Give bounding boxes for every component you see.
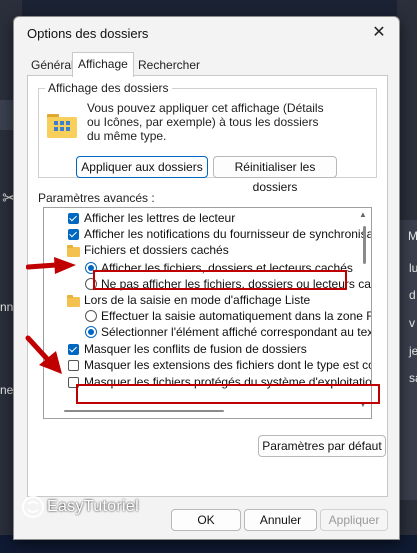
list-item-label: Afficher les notifications du fournisseu… [84,227,372,241]
highlight-box-protected-files [76,384,380,404]
reset-folders-button[interactable]: Réinitialiser les dossiers [213,156,337,194]
desktop-text-right-4: v [409,316,415,330]
tab-panel-affichage: Affichage des dossiers Vous pouvez appli… [27,75,388,497]
desktop-text-right-6: sa [409,371,417,385]
tab-rechercher[interactable]: Rechercher [134,55,204,75]
radio-unselected[interactable] [85,310,97,322]
folder-icon [67,295,80,307]
tab-general[interactable]: Général [27,55,78,75]
red-arrow-icon [25,335,62,374]
easytutoriel-logo: EasyTutoriel [22,491,139,521]
checkbox-unchecked[interactable] [68,360,79,371]
scroll-up-icon[interactable]: ▲ [359,210,367,219]
dialog-title: Options des dossiers [27,26,149,41]
horizontal-scrollbar-thumb[interactable] [64,410,224,412]
radio-selected[interactable] [85,326,97,338]
desktop-text-right-3: d [409,288,416,302]
vertical-scrollbar-thumb[interactable] [363,226,366,264]
list-item-label: Masquer les conflits de fusion de dossie… [84,342,307,356]
desktop-text-right-2: lu [409,261,417,275]
highlight-box-show-hidden [93,270,347,290]
restore-defaults-button[interactable]: Paramètres par défaut [258,435,386,457]
ok-button[interactable]: OK [171,509,241,531]
folder-options-dialog: Options des dossiers ✕ Général Affichage… [13,16,400,540]
red-arrow-icon [26,257,76,274]
brand-logo-icon [22,496,44,518]
advanced-settings-label: Paramètres avancés : [38,191,155,205]
list-item-label: Fichiers et dossiers cachés [84,243,229,257]
desktop-text-right-5: je [409,344,417,358]
folder-grid-icon [47,114,77,138]
folder-views-description: Vous pouvez appliquer cet affichage (Dét… [87,101,324,143]
apply-button[interactable]: Appliquer [320,509,388,531]
desktop-text-right-1: M [408,229,417,243]
checkbox-checked[interactable] [68,229,79,240]
list-item-label: Effectuer la saisie automatiquement dans… [101,309,372,323]
list-item-label: Afficher les lettres de lecteur [84,211,236,225]
list-item-label: Sélectionner l'élément affiché correspon… [101,325,372,339]
title-bar[interactable]: Options des dossiers ✕ [14,17,399,51]
apply-to-folders-button[interactable]: Appliquer aux dossiers [76,156,208,178]
list-item-label: Masquer les extensions des fichiers dont… [84,358,372,372]
list-item-label: Lors de la saisie en mode d'affichage Li… [84,293,311,307]
checkbox-checked[interactable] [68,213,79,224]
cancel-button[interactable]: Annuler [244,509,317,531]
folder-views-title: Affichage des dossiers [45,81,172,95]
brand-name: EasyTutoriel [47,498,139,515]
checkbox-checked[interactable] [68,344,79,355]
tab-affichage[interactable]: Affichage [72,52,134,77]
desktop-right-strip [397,0,417,553]
close-icon[interactable]: ✕ [367,21,391,45]
